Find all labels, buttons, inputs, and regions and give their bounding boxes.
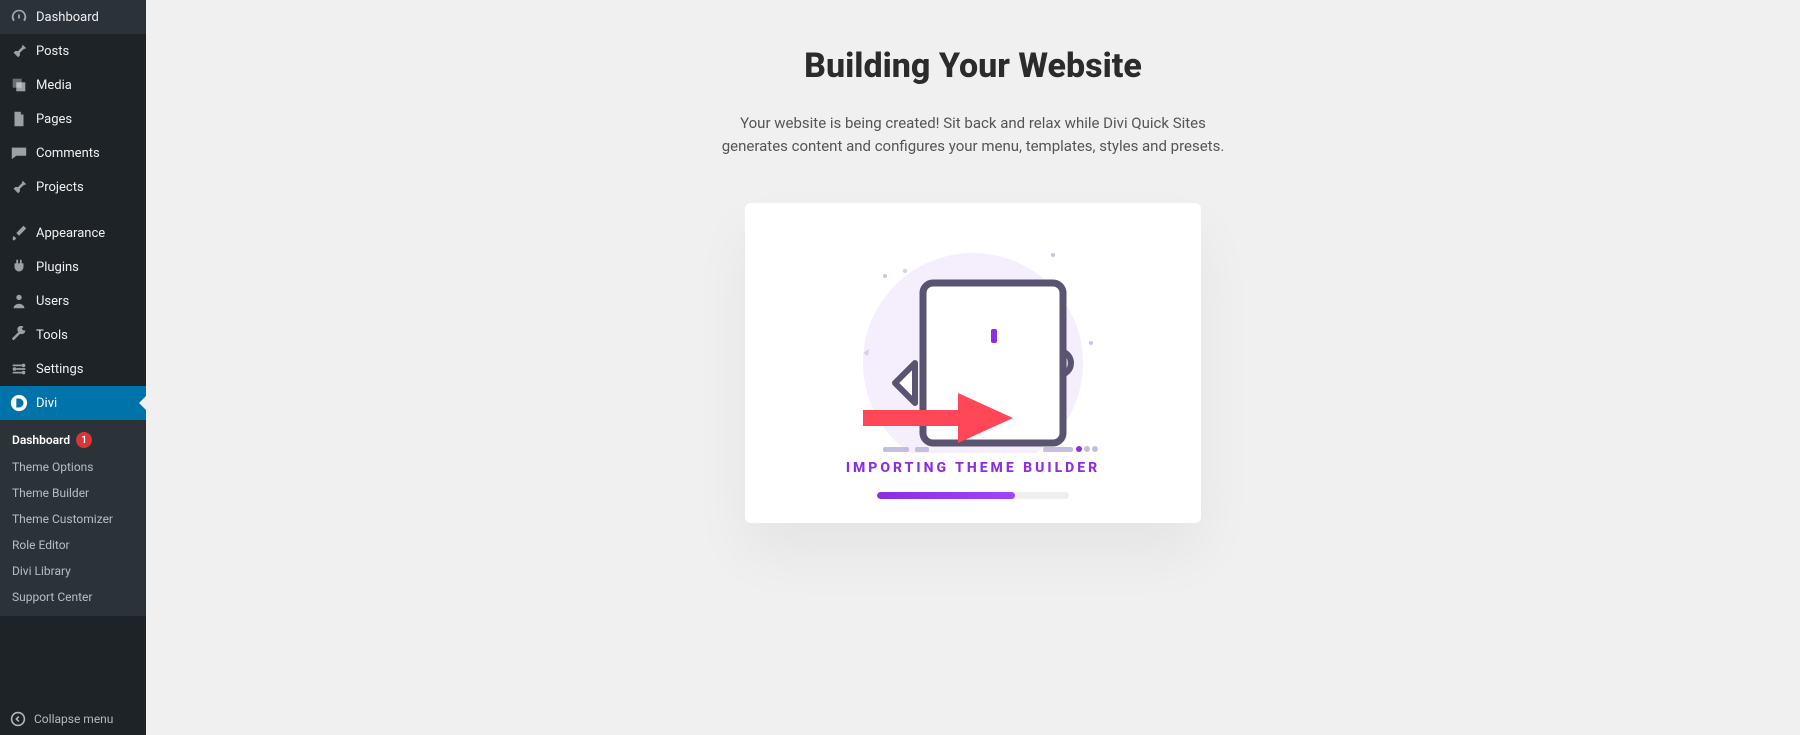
gauge-icon [10, 8, 28, 26]
submenu-item-theme-customizer[interactable]: Theme Customizer [0, 506, 146, 532]
update-badge: 1 [76, 432, 92, 448]
sidebar-item-label: Divi [36, 396, 57, 411]
app-root: Dashboard Posts Media Pages Comments [0, 0, 1800, 735]
submenu-item-dashboard[interactable]: Dashboard 1 [0, 426, 146, 454]
main-content: Building Your Website Your website is be… [146, 0, 1800, 735]
progress-card: IMPORTING THEME BUILDER [745, 203, 1201, 523]
user-icon [10, 292, 28, 310]
collapse-menu-button[interactable]: Collapse menu [0, 703, 146, 735]
sidebar-item-label: Media [36, 78, 72, 93]
sidebar-item-label: Dashboard [36, 10, 99, 25]
sidebar-item-users[interactable]: Users [0, 284, 146, 318]
sidebar-item-label: Pages [36, 112, 72, 127]
submenu-item-label: Theme Builder [12, 486, 89, 500]
sidebar-item-label: Users [36, 294, 69, 309]
submenu-item-label: Theme Customizer [12, 512, 113, 526]
sidebar-item-settings[interactable]: Settings [0, 352, 146, 386]
building-panel: Building Your Website Your website is be… [493, 46, 1453, 735]
admin-sidebar: Dashboard Posts Media Pages Comments [0, 0, 146, 735]
collapse-icon [10, 711, 26, 727]
divi-submenu: Dashboard 1 Theme Options Theme Builder … [0, 420, 146, 616]
sidebar-item-media[interactable]: Media [0, 68, 146, 102]
sidebar-item-label: Plugins [36, 260, 79, 275]
sidebar-item-projects[interactable]: Projects [0, 170, 146, 204]
pin-icon [10, 42, 28, 60]
sidebar-item-appearance[interactable]: Appearance [0, 216, 146, 250]
page-title: Building Your Website [493, 46, 1453, 86]
sidebar-item-comments[interactable]: Comments [0, 136, 146, 170]
submenu-item-support-center[interactable]: Support Center [0, 584, 146, 610]
sidebar-item-label: Comments [36, 146, 100, 161]
wrench-icon [10, 326, 28, 344]
pin-icon [10, 178, 28, 196]
submenu-item-theme-builder[interactable]: Theme Builder [0, 480, 146, 506]
submenu-item-label: Theme Options [12, 460, 94, 474]
sidebar-item-label: Settings [36, 362, 83, 377]
submenu-item-divi-library[interactable]: Divi Library [0, 558, 146, 584]
submenu-item-theme-options[interactable]: Theme Options [0, 454, 146, 480]
sidebar-item-label: Tools [36, 328, 68, 343]
sidebar-item-plugins[interactable]: Plugins [0, 250, 146, 284]
import-status-text: IMPORTING THEME BUILDER [846, 460, 1100, 476]
sidebar-item-pages[interactable]: Pages [0, 102, 146, 136]
submenu-item-label: Divi Library [12, 564, 71, 578]
submenu-item-label: Support Center [12, 590, 92, 604]
submenu-item-label: Role Editor [12, 538, 70, 552]
sidebar-item-label: Projects [36, 180, 84, 195]
progress-fill [877, 492, 1015, 499]
sidebar-item-tools[interactable]: Tools [0, 318, 146, 352]
sidebar-item-posts[interactable]: Posts [0, 34, 146, 68]
submenu-item-role-editor[interactable]: Role Editor [0, 532, 146, 558]
sidebar-item-divi[interactable]: Divi [0, 386, 146, 420]
media-icon [10, 76, 28, 94]
sidebar-item-label: Appearance [36, 226, 105, 241]
sidebar-item-label: Posts [36, 44, 69, 59]
sidebar-item-dashboard[interactable]: Dashboard [0, 0, 146, 34]
brush-icon [10, 224, 28, 242]
submenu-item-label: Dashboard [12, 433, 70, 447]
progress-bar [877, 492, 1069, 499]
comment-icon [10, 144, 28, 162]
pages-icon [10, 110, 28, 128]
plug-icon [10, 258, 28, 276]
annotation-arrow-icon [863, 388, 1013, 448]
page-subtitle: Your website is being created! Sit back … [713, 112, 1233, 159]
divi-icon [10, 394, 28, 412]
collapse-menu-label: Collapse menu [34, 712, 113, 726]
sliders-icon [10, 360, 28, 378]
menu-separator [0, 204, 146, 216]
